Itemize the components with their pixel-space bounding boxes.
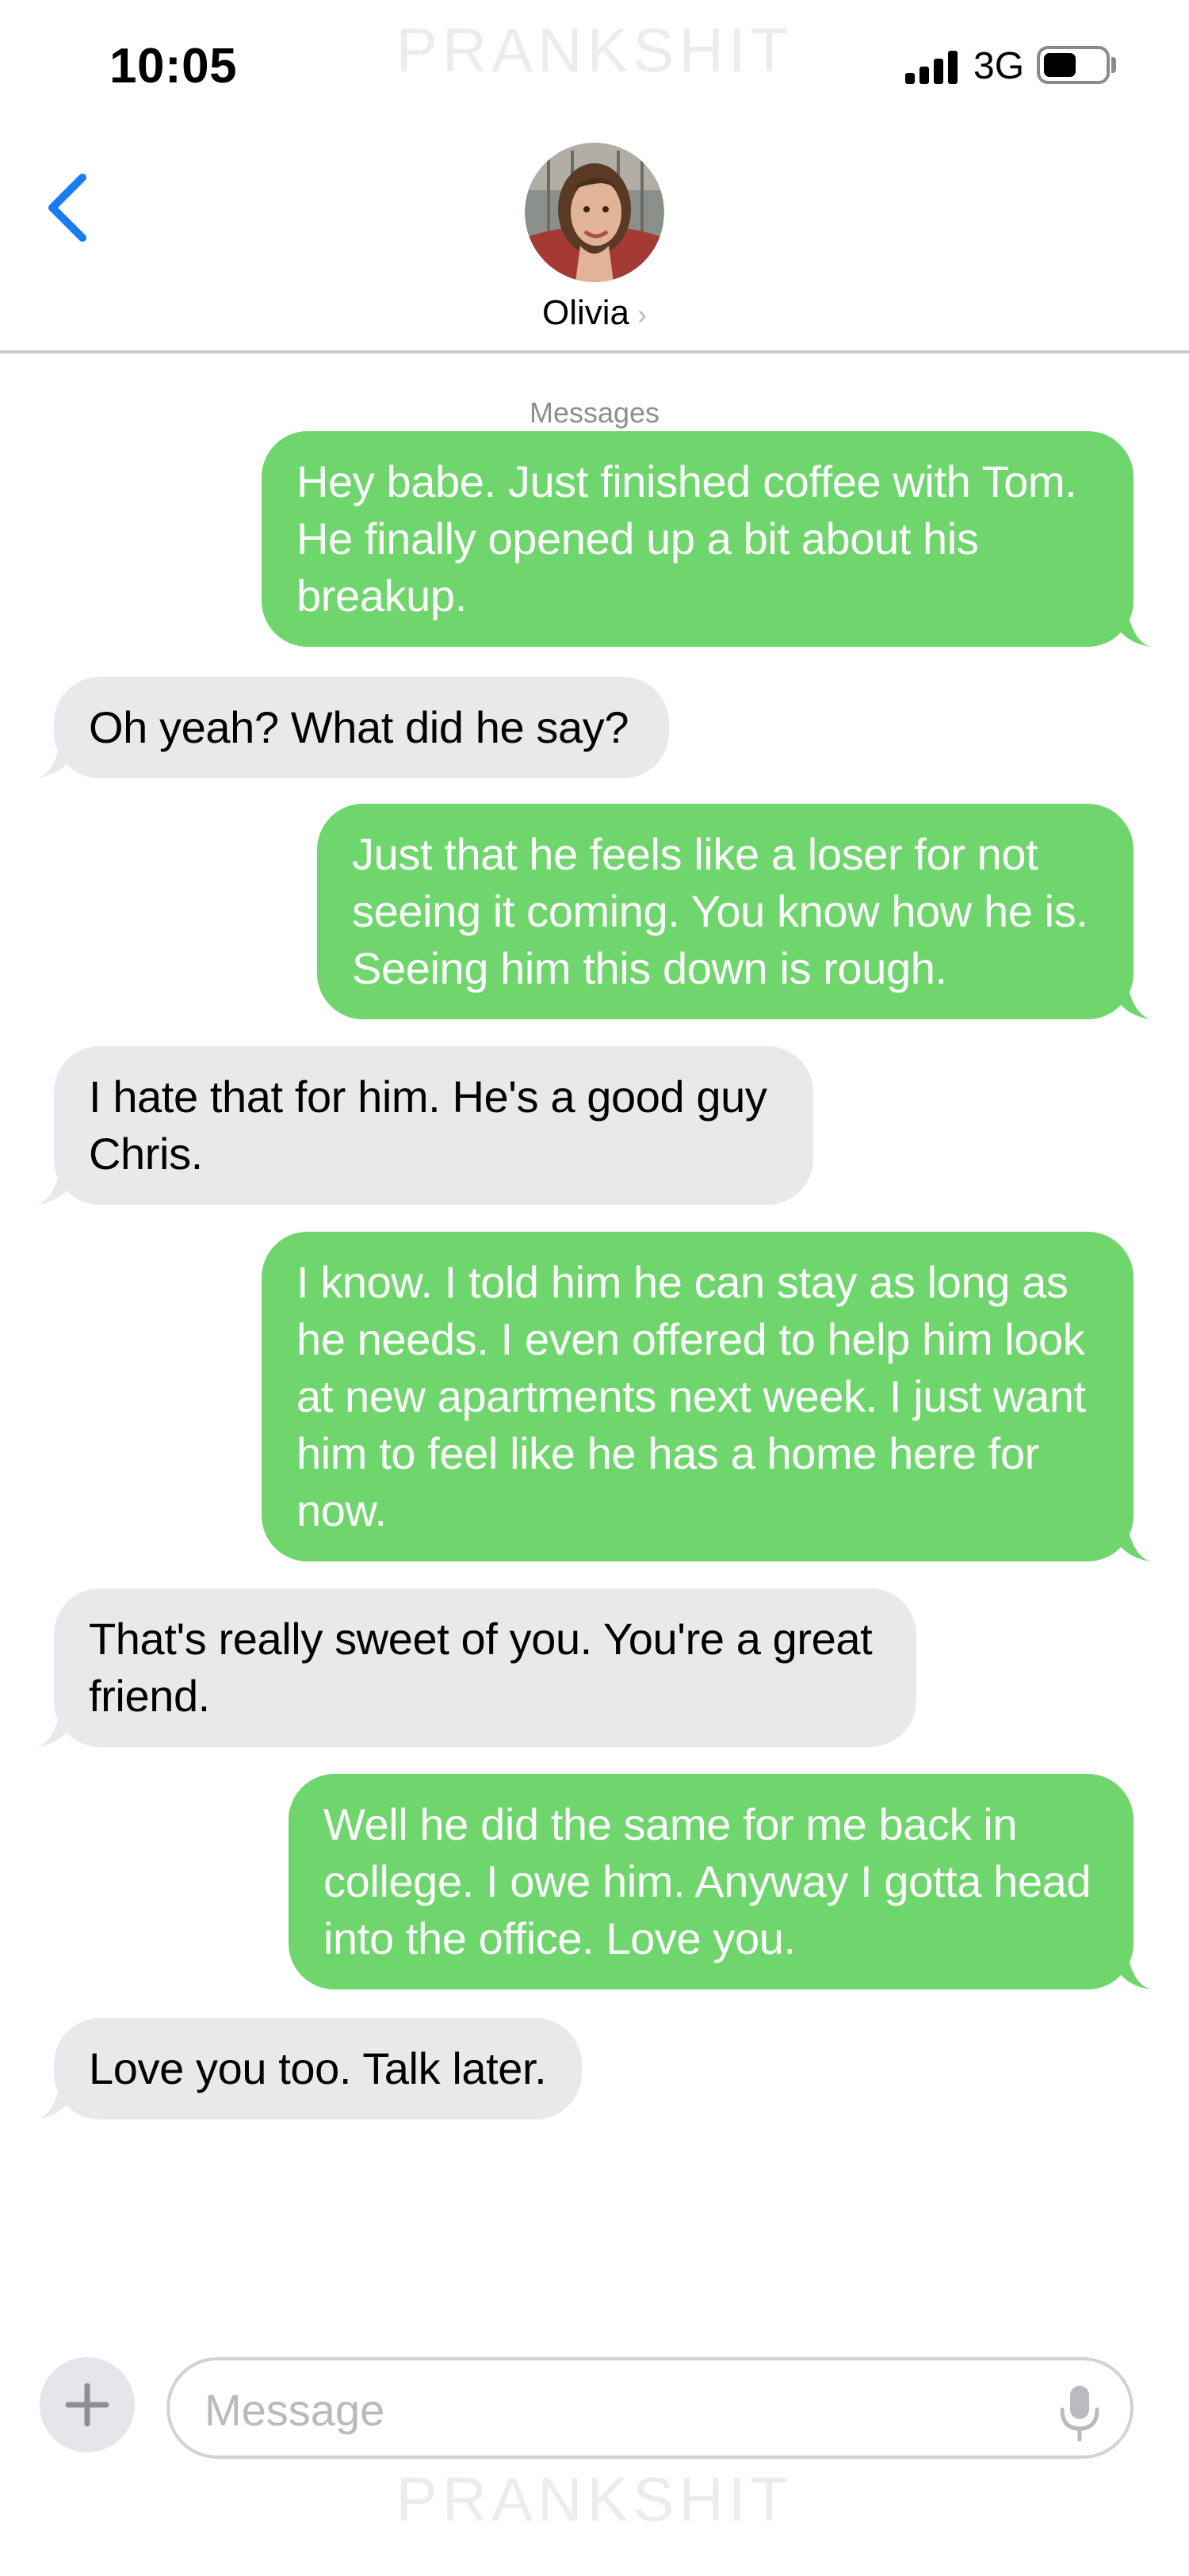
status-bar: PRANKSHIT 10:05 3G [0,0,1189,127]
message-text-line: Love you too. Talk later. [89,2043,547,2093]
bubble-tail [36,742,78,778]
message-text-line: I hate that for him. He's a good guy [89,1072,767,1122]
message-text-line: That's really sweet of you. You're a gre… [89,1614,873,1664]
message-text-line: friend. [89,1671,210,1721]
message-text-line: now. [296,1485,387,1535]
message-text-line: Hey babe. Just finished coffee with Tom. [296,457,1077,506]
service-label: Messages [529,396,660,429]
contact-avatar[interactable] [525,143,664,282]
message-text-line: he needs. I even offered to help him loo… [296,1314,1085,1364]
message-text-line: seeing it coming. You know how he is. [352,886,1088,936]
outgoing-message-bubble[interactable]: Just that he feels like a loser for not s… [317,804,1134,1019]
message-text-line: him to feel like he has a home here for [296,1428,1039,1478]
bubble-tail [1110,1953,1151,1989]
incoming-message-bubble[interactable]: I hate that for him. He's a good guy Chri… [54,1046,813,1205]
incoming-message-bubble[interactable]: Love you too. Talk later. [54,2018,582,2119]
message-text-line: into the office. Love you. [323,1913,796,1963]
battery-icon [1037,46,1110,84]
status-time: 10:05 [109,39,238,94]
contact-name: Olivia [541,293,630,332]
watermark-bottom: PRANKSHIT [396,2464,793,2534]
contact-name-button[interactable]: Olivia › [0,293,1189,333]
incoming-message-bubble[interactable]: Oh yeah? What did he say? [54,677,669,778]
chevron-right-icon: › [637,298,648,331]
message-text-line: Chris. [89,1129,203,1179]
bubble-tail [36,1168,78,1205]
bubble-tail [36,1710,78,1747]
message-text-line: I know. I told him he can stay as long a… [296,1257,1069,1307]
message-text-line: college. I owe him. Anyway I gotta head [323,1856,1092,1906]
chevron-left-icon[interactable] [41,168,97,247]
message-text-line: Well he did the same for me back in [323,1799,1018,1849]
add-attachment-button[interactable] [40,2357,135,2452]
message-text-line: Just that he feels like a loser for not [352,829,1038,879]
conversation-header: Olivia › [0,127,1189,354]
signal-strength-icon [905,51,959,84]
message-text-line: He finally opened up a bit about his [296,514,979,564]
battery-cap [1111,57,1116,73]
incoming-message-bubble[interactable]: That's really sweet of you. You're a gre… [54,1588,916,1747]
network-type: 3G [973,45,1025,87]
outgoing-message-bubble[interactable]: Hey babe. Just finished coffee with Tom.… [262,431,1134,647]
outgoing-message-bubble[interactable]: I know. I told him he can stay as long a… [262,1232,1134,1561]
message-text-line: Oh yeah? What did he say? [89,702,629,752]
outgoing-message-bubble[interactable]: Well he did the same for me back in colle… [289,1774,1134,1989]
bubble-tail [36,2083,78,2119]
message-input[interactable] [205,2379,997,2440]
bubble-tail [1110,610,1151,647]
bubble-tail [1110,983,1151,1019]
message-text-line: Seeing him this down is rough. [352,943,947,993]
plus-icon [65,2383,109,2427]
message-text-line: at new apartments next week. I just want [296,1371,1086,1421]
message-text-line: breakup. [296,571,467,621]
message-input-container[interactable] [166,2357,1134,2459]
microphone-icon[interactable] [1056,2383,1103,2443]
bubble-tail [1110,1525,1151,1561]
